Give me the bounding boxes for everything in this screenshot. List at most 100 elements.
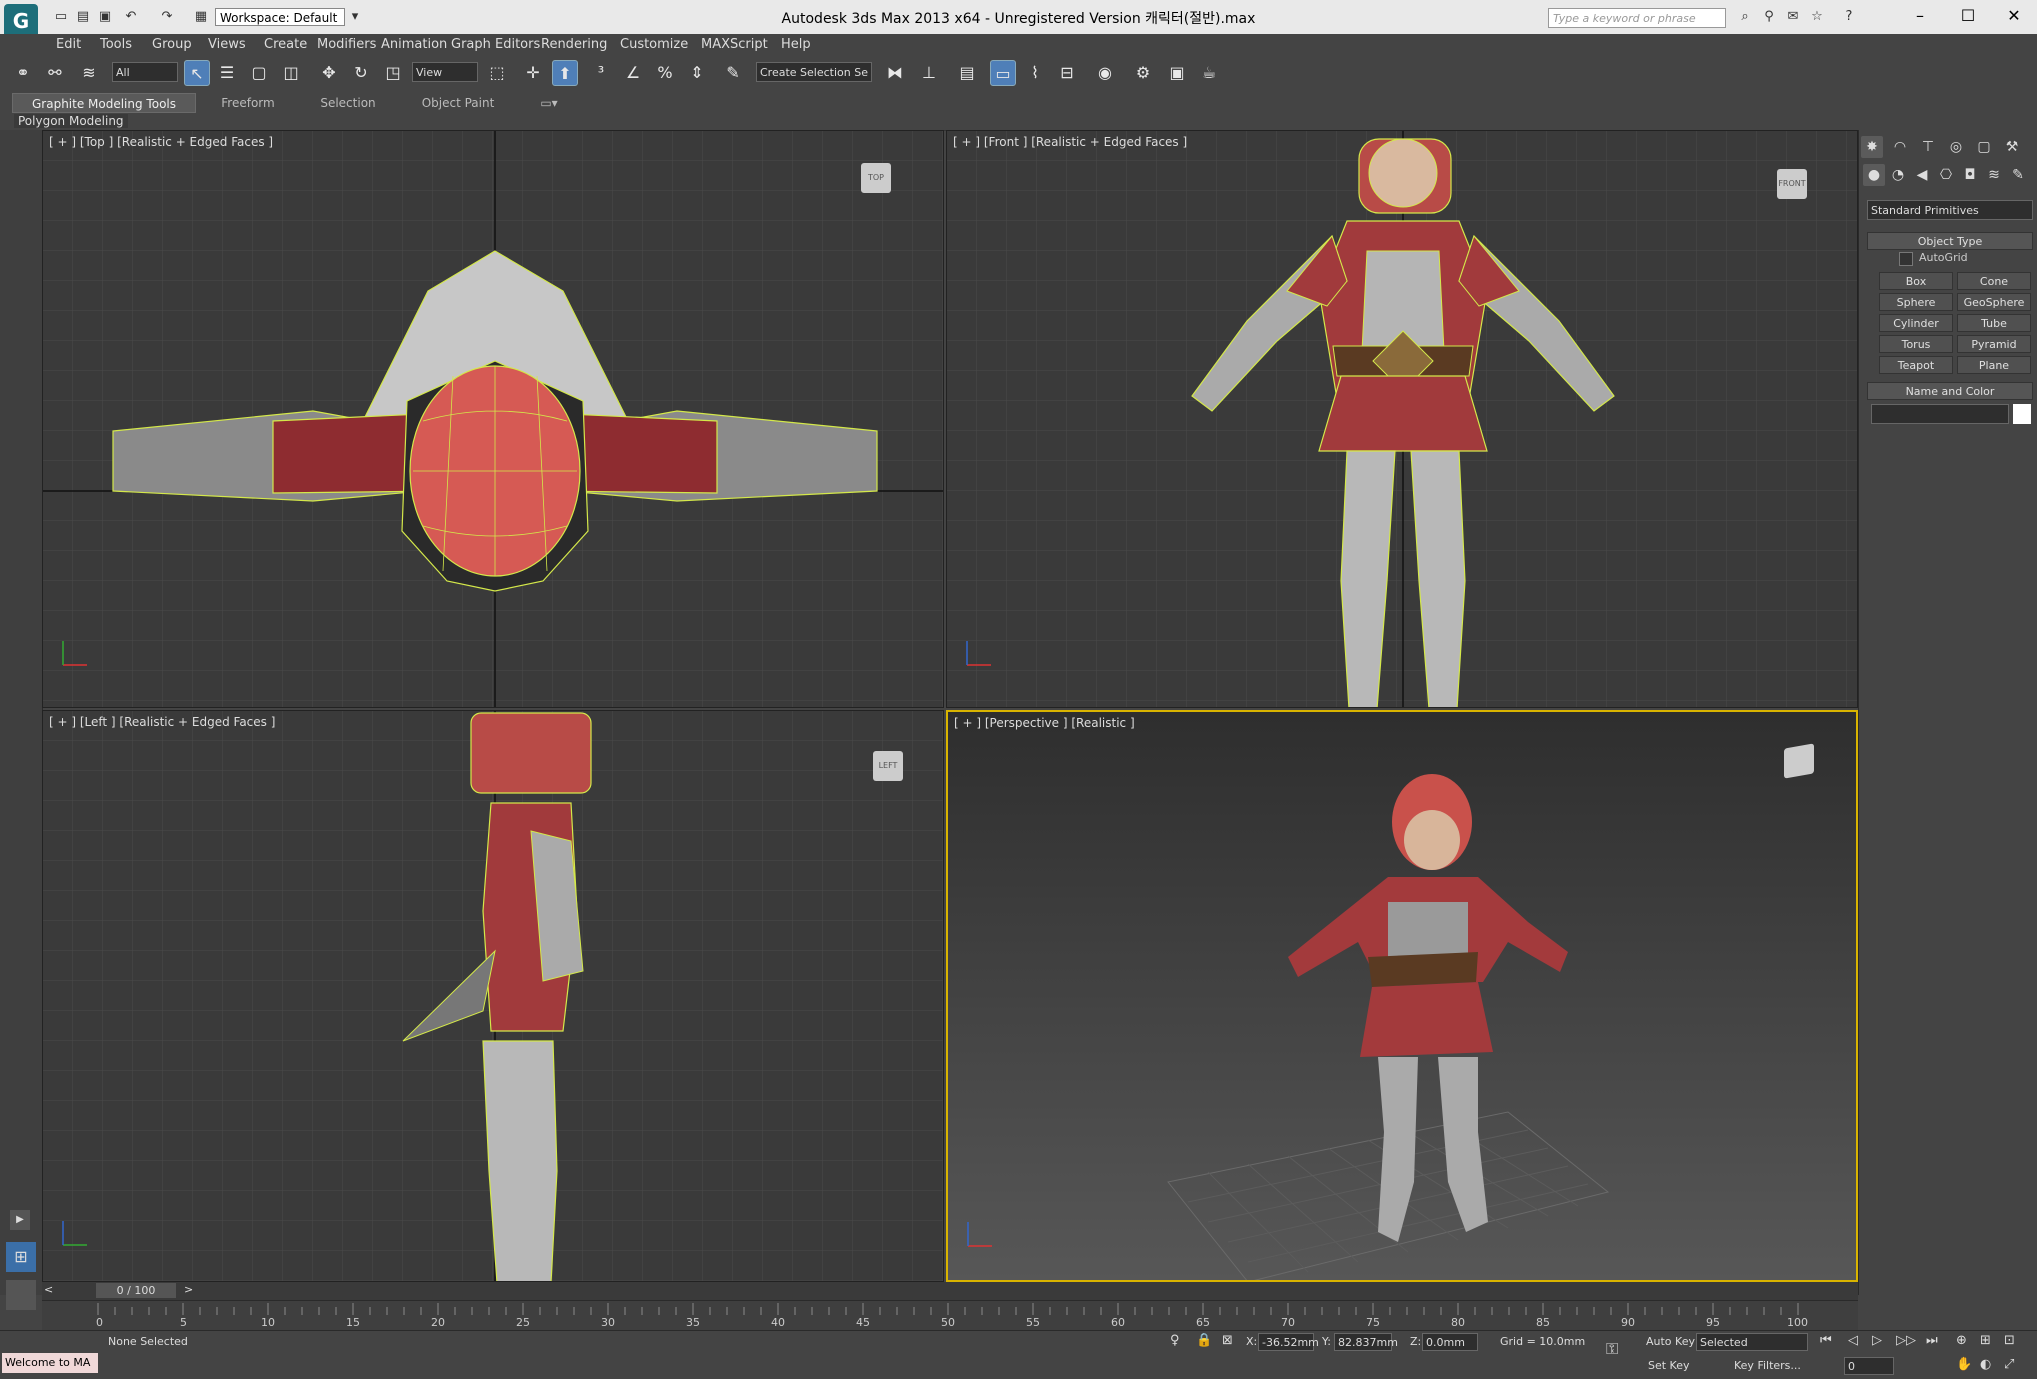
named-selection-dropdown[interactable]: Create Selection Se [756, 62, 872, 82]
keyboard-shortcut-override-icon[interactable]: ⬆ [552, 60, 578, 86]
geosphere-button[interactable]: GeoSphere [1957, 293, 2031, 311]
select-manipulate-icon[interactable]: ✛ [520, 60, 546, 86]
isolate-icon[interactable]: ♀ [1170, 1333, 1180, 1348]
motion-tab-icon[interactable]: ◎ [1945, 136, 1967, 158]
set-key-icon[interactable]: ⚿ [1606, 1339, 1618, 1359]
menu-graph-editors[interactable]: Graph Editors [451, 37, 540, 52]
cone-button[interactable]: Cone [1957, 272, 2031, 290]
viewcube-top[interactable]: TOP [861, 163, 891, 193]
rendered-frame-window-icon[interactable]: ▣ [1164, 60, 1190, 86]
move-icon[interactable]: ✥ [316, 60, 342, 86]
x-coordinate-field[interactable]: -36.52mm [1258, 1333, 1319, 1351]
helpers-icon[interactable]: ◘ [1959, 164, 1981, 186]
viewport-label-top[interactable]: [ + ] [Top ] [Realistic + Edged Faces ] [49, 135, 273, 149]
menu-group[interactable]: Group [152, 37, 192, 52]
key-filters-button[interactable]: Key Filters... [1734, 1359, 1801, 1372]
teapot-button[interactable]: Teapot [1879, 356, 1953, 374]
z-coordinate-field[interactable]: 0.0mm [1422, 1333, 1478, 1351]
layer-manager-icon[interactable]: ▤ [954, 60, 980, 86]
link-icon[interactable]: ⚭ [10, 60, 36, 86]
pan-icon[interactable]: ✋ [1956, 1357, 1972, 1372]
scale-icon[interactable]: ◳ [380, 60, 406, 86]
bind-space-warp-icon[interactable]: ≋ [76, 60, 102, 86]
viewport-label-front[interactable]: [ + ] [Front ] [Realistic + Edged Faces … [953, 135, 1187, 149]
set-key-button[interactable]: Set Key [1648, 1359, 1690, 1372]
utilities-tab-icon[interactable]: ⚒ [2001, 136, 2023, 158]
help-icon[interactable]: ? [1840, 9, 1858, 25]
orbit-icon[interactable]: ◐ [1980, 1357, 1991, 1372]
torus-button[interactable]: Torus [1879, 335, 1953, 353]
menu-modifiers[interactable]: Modifiers [317, 37, 376, 52]
key-mode-dropdown[interactable]: Selected [1696, 1333, 1808, 1351]
select-by-name-icon[interactable]: ☰ [214, 60, 240, 86]
edit-named-selection-icon[interactable]: ✎ [720, 60, 746, 86]
angle-snap-icon[interactable]: ∠ [620, 60, 646, 86]
minimize-button[interactable]: – [1902, 4, 1938, 28]
polygon-modeling-panel[interactable]: Polygon Modeling [14, 114, 128, 128]
render-setup-icon[interactable]: ⚙ [1130, 60, 1156, 86]
absolute-mode-icon[interactable]: ⊠ [1222, 1333, 1233, 1348]
reference-coordinate-dropdown[interactable]: View [412, 62, 478, 82]
previous-frame-icon[interactable]: ◁ [1848, 1333, 1858, 1348]
tab-graphite-modeling-tools[interactable]: Graphite Modeling Tools [12, 93, 196, 113]
menu-customize[interactable]: Customize [620, 37, 688, 52]
viewport-top[interactable]: [ + ] [Top ] [Realistic + Edged Faces ] … [42, 130, 944, 708]
object-name-input[interactable] [1871, 404, 2009, 424]
pyramid-button[interactable]: Pyramid [1957, 335, 2031, 353]
graphite-toggle-icon[interactable]: ▭ [990, 60, 1016, 86]
auto-key-button[interactable]: Auto Key [1646, 1335, 1695, 1348]
percent-snap-icon[interactable]: % [652, 60, 678, 86]
viewport-label-left[interactable]: [ + ] [Left ] [Realistic + Edged Faces ] [49, 715, 275, 729]
viewcube-front[interactable]: FRONT [1777, 169, 1807, 199]
y-coordinate-field[interactable]: 82.837mm [1334, 1333, 1398, 1351]
spinner-snap-icon[interactable]: ⇕ [684, 60, 710, 86]
search-icon[interactable]: ⚲ [1760, 9, 1778, 25]
sphere-button[interactable]: Sphere [1879, 293, 1953, 311]
maxscript-mini-listener[interactable]: Welcome to MA [2, 1353, 98, 1373]
play-arrow-icon[interactable]: ▶ [10, 1210, 30, 1230]
schematic-view-icon[interactable]: ⊟ [1054, 60, 1080, 86]
go-to-start-icon[interactable]: ⏮ [1820, 1333, 1832, 1348]
object-color-swatch[interactable] [2013, 404, 2031, 424]
space-warps-icon[interactable]: ≋ [1983, 164, 2005, 186]
menu-maxscript[interactable]: MAXScript [701, 37, 768, 52]
current-frame-field[interactable]: 0 [1844, 1357, 1894, 1375]
next-frame-icon[interactable]: > [184, 1283, 193, 1296]
primitives-dropdown[interactable]: Standard Primitives [1867, 200, 2033, 220]
object-type-rollout[interactable]: Object Type [1867, 232, 2033, 250]
name-color-rollout[interactable]: Name and Color [1867, 382, 2033, 400]
material-editor-icon[interactable]: ◉ [1092, 60, 1118, 86]
menu-help[interactable]: Help [781, 37, 811, 52]
binoculars-icon[interactable]: ⌕ [1736, 9, 1754, 25]
unlink-icon[interactable]: ⚯ [42, 60, 68, 86]
menu-views[interactable]: Views [208, 37, 246, 52]
next-key-icon[interactable]: ▷▷ [1896, 1333, 1916, 1348]
geometry-icon[interactable]: ● [1863, 164, 1885, 186]
viewport-left[interactable]: [ + ] [Left ] [Realistic + Edged Faces ]… [42, 710, 944, 1282]
viewport-front[interactable]: [ + ] [Front ] [Realistic + Edged Faces … [946, 130, 1858, 708]
zoom-all-icon[interactable]: ⊞ [1980, 1333, 1991, 1348]
menu-animation[interactable]: Animation [381, 37, 447, 52]
viewcube-perspective[interactable] [1784, 743, 1814, 779]
tab-object-paint[interactable]: Object Paint [410, 93, 506, 113]
zoom-icon[interactable]: ⊕ [1956, 1333, 1967, 1348]
box-button[interactable]: Box [1879, 272, 1953, 290]
align-icon[interactable]: ⊥ [916, 60, 942, 86]
selection-filter-dropdown[interactable]: All [112, 62, 178, 82]
window-crossing-icon[interactable]: ◫ [278, 60, 304, 86]
rectangular-selection-icon[interactable]: ▢ [246, 60, 272, 86]
menu-tools[interactable]: Tools [100, 37, 132, 52]
tab-freeform[interactable]: Freeform [200, 93, 296, 113]
systems-icon[interactable]: ✎ [2007, 164, 2029, 186]
select-object-icon[interactable]: ↖ [184, 60, 210, 86]
curve-editor-icon[interactable]: ⌇ [1022, 60, 1048, 86]
hierarchy-tab-icon[interactable]: ⊤ [1917, 136, 1939, 158]
play-icon[interactable]: ▷ [1872, 1333, 1882, 1348]
pivot-center-icon[interactable]: ⬚ [484, 60, 510, 86]
tab-selection[interactable]: Selection [300, 93, 396, 113]
favorites-icon[interactable]: ☆ [1808, 9, 1826, 25]
lights-icon[interactable]: ◀ [1911, 164, 1933, 186]
display-tab-icon[interactable]: ▢ [1973, 136, 1995, 158]
menu-edit[interactable]: Edit [56, 37, 81, 52]
cylinder-button[interactable]: Cylinder [1879, 314, 1953, 332]
